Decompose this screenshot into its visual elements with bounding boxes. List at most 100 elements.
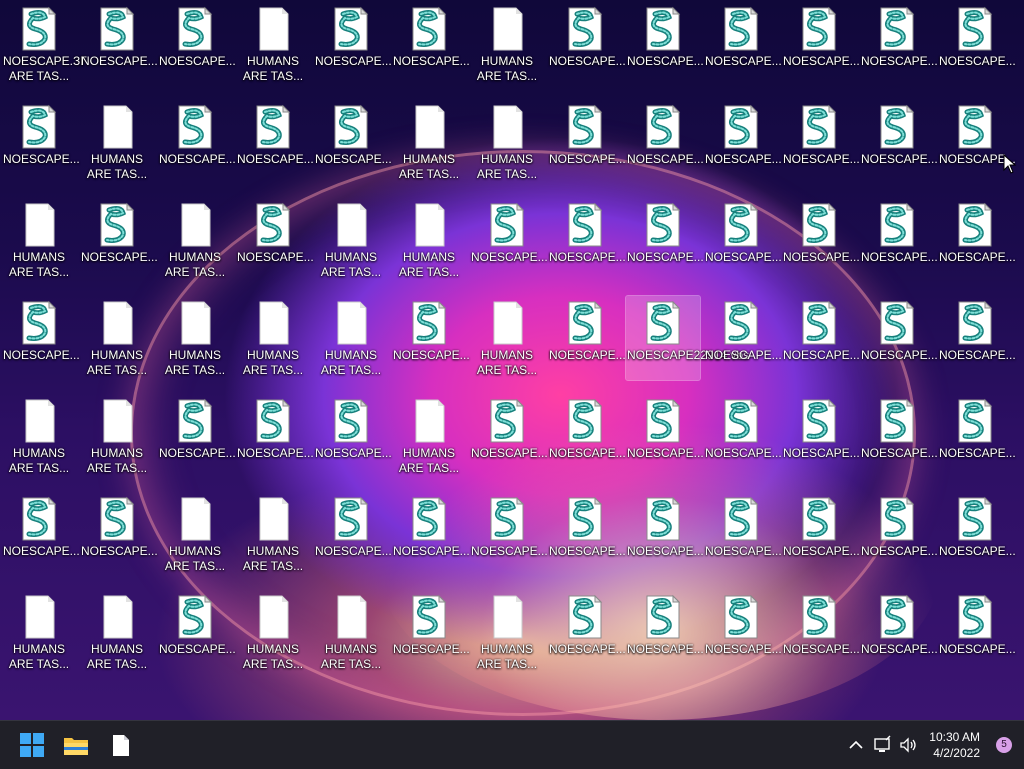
vbs-file-icon[interactable]: NOESCAPE... — [704, 394, 782, 478]
network-icon[interactable] — [872, 735, 892, 755]
vbs-file-icon[interactable]: NOESCAPE... — [158, 590, 236, 674]
vbs-file-icon[interactable]: NOESCAPE... — [392, 590, 470, 674]
vbs-file-icon[interactable]: NOESCAPE... — [938, 394, 1016, 478]
notification-badge[interactable]: 5 — [996, 737, 1012, 753]
text-file-icon[interactable]: HUMANS ARE TAS... — [236, 492, 310, 576]
text-file-icon[interactable]: HUMANS ARE TAS... — [470, 100, 544, 184]
vbs-file-icon[interactable]: NOESCAPE... — [782, 296, 860, 380]
text-file-icon[interactable]: HUMANS ARE TAS... — [314, 296, 388, 380]
vbs-file-icon[interactable]: NOESCAPE... — [860, 394, 938, 478]
vbs-file-icon[interactable]: NOESCAPE... — [938, 296, 1016, 380]
vbs-file-icon[interactable]: NOESCAPE... — [938, 2, 1016, 86]
vbs-file-icon[interactable]: NOESCAPE... — [80, 492, 158, 576]
vbs-file-icon[interactable]: NOESCAPE... — [80, 198, 158, 282]
vbs-file-icon[interactable]: NOESCAPE... — [626, 198, 704, 282]
vbs-file-icon[interactable]: NOESCAPE... — [704, 198, 782, 282]
vbs-file-icon[interactable]: NOESCAPE... — [2, 100, 80, 184]
text-file-icon[interactable]: HUMANS ARE TAS... — [236, 590, 310, 674]
vbs-file-icon[interactable]: NOESCAPE... — [314, 492, 392, 576]
vbs-file-icon[interactable]: NOESCAPE... — [860, 100, 938, 184]
vbs-file-icon[interactable]: NOESCAPE... — [626, 2, 704, 86]
vbs-file-icon[interactable]: NOESCAPE... — [782, 590, 860, 674]
vbs-file-icon[interactable]: NOESCAPE... — [314, 394, 392, 478]
vbs-file-icon[interactable]: NOESCAPE... — [548, 492, 626, 576]
vbs-file-icon[interactable]: NOESCAPE... — [782, 100, 860, 184]
text-file-icon[interactable]: HUMANS ARE TAS... — [158, 198, 232, 282]
vbs-file-icon[interactable]: NOESCAPE... — [626, 100, 704, 184]
vbs-file-icon[interactable]: NOESCAPE... — [938, 590, 1016, 674]
vbs-file-icon[interactable]: NOESCAPE... — [470, 198, 548, 282]
vbs-file-icon[interactable]: NOESCAPE... — [860, 492, 938, 576]
vbs-file-icon[interactable]: NOESCAPE... — [704, 296, 782, 380]
vbs-file-icon[interactable]: NOESCAPE... — [860, 590, 938, 674]
vbs-file-icon[interactable]: NOESCAPE... — [938, 198, 1016, 282]
desktop[interactable]: NOESCAPE.ЗГ ARE TAS... NOESCAPE... NOESCAP… — [0, 0, 1024, 720]
vbs-file-icon[interactable]: NOESCAPE... — [158, 100, 236, 184]
vbs-file-icon[interactable]: NOESCAPE... — [470, 394, 548, 478]
vbs-file-icon[interactable]: NOESCAPE... — [548, 394, 626, 478]
vbs-file-icon[interactable]: NOESCAPE... — [704, 2, 782, 86]
text-file-icon[interactable]: HUMANS ARE TAS... — [314, 198, 388, 282]
vbs-file-icon[interactable]: NOESCAPE... — [782, 492, 860, 576]
vbs-file-icon[interactable]: NOESCAPE... — [548, 590, 626, 674]
text-file-icon[interactable]: HUMANS ARE TAS... — [158, 492, 232, 576]
vbs-file-icon[interactable]: NOESCAPE... — [938, 492, 1016, 576]
vbs-file-icon[interactable]: NOESCAPE... — [158, 2, 236, 86]
text-file-icon[interactable]: HUMANS ARE TAS... — [80, 100, 154, 184]
text-file-icon[interactable]: HUMANS ARE TAS... — [392, 100, 466, 184]
vbs-file-icon[interactable]: NOESCAPE... — [782, 2, 860, 86]
text-file-icon[interactable]: HUMANS ARE TAS... — [80, 394, 154, 478]
vbs-file-icon[interactable]: NOESCAPE... — [626, 590, 704, 674]
vbs-file-icon[interactable]: NOESCAPE... — [2, 492, 80, 576]
text-document-icon[interactable] — [104, 729, 136, 761]
vbs-file-icon[interactable]: NOESCAPE... — [548, 296, 626, 380]
vbs-file-icon[interactable]: NOESCAPE22914.vbs — [625, 295, 749, 381]
vbs-file-icon[interactable]: NOESCAPE.ЗГ ARE TAS... — [2, 2, 87, 86]
file-explorer-icon[interactable] — [60, 729, 92, 761]
vbs-file-icon[interactable]: NOESCAPE... — [782, 394, 860, 478]
text-file-icon[interactable]: HUMANS ARE TAS... — [2, 590, 76, 674]
vbs-file-icon[interactable]: NOESCAPE... — [626, 492, 704, 576]
vbs-file-icon[interactable]: NOESCAPE... — [548, 198, 626, 282]
text-file-icon[interactable]: HUMANS ARE TAS... — [392, 394, 466, 478]
vbs-file-icon[interactable]: NOESCAPE... — [158, 394, 236, 478]
vbs-file-icon[interactable]: NOESCAPE... — [236, 100, 314, 184]
vbs-file-icon[interactable]: NOESCAPE... — [782, 198, 860, 282]
vbs-file-icon[interactable]: NOESCAPE... — [470, 492, 548, 576]
text-file-icon[interactable]: HUMANS ARE TAS... — [470, 296, 544, 380]
text-file-icon[interactable]: HUMANS ARE TAS... — [236, 2, 310, 86]
vbs-file-icon[interactable]: NOESCAPE... — [704, 590, 782, 674]
clock-date[interactable]: 4/2/2022 — [933, 746, 980, 760]
windows-start-icon[interactable] — [16, 729, 48, 761]
speaker-icon[interactable] — [898, 735, 918, 755]
vbs-file-icon[interactable]: NOESCAPE... — [626, 394, 704, 478]
text-file-icon[interactable]: HUMANS ARE TAS... — [80, 590, 154, 674]
vbs-file-icon[interactable]: NOESCAPE... — [236, 198, 314, 282]
vbs-file-icon[interactable]: NOESCAPE... — [236, 394, 314, 478]
vbs-file-icon[interactable]: NOESCAPE... — [392, 296, 470, 380]
vbs-file-icon[interactable]: NOESCAPE... — [314, 100, 392, 184]
vbs-file-icon[interactable]: NOESCAPE... — [548, 2, 626, 86]
text-file-icon[interactable]: HUMANS ARE TAS... — [470, 2, 544, 86]
text-file-icon[interactable]: HUMANS ARE TAS... — [80, 296, 154, 380]
vbs-file-icon[interactable]: NOESCAPE... — [2, 296, 80, 380]
vbs-file-icon[interactable]: NOESCAPE... — [860, 2, 938, 86]
text-file-icon[interactable]: HUMANS ARE TAS... — [236, 296, 310, 380]
vbs-file-icon[interactable]: NOESCAPE... — [392, 2, 470, 86]
vbs-file-icon[interactable]: NOESCAPE... — [80, 2, 158, 86]
text-file-icon[interactable]: HUMANS ARE TAS... — [392, 198, 466, 282]
vbs-file-icon[interactable]: NOESCAPE... — [938, 100, 1016, 184]
clock-time[interactable]: 10:30 AM — [929, 730, 980, 744]
vbs-file-icon[interactable]: NOESCAPE... — [860, 296, 938, 380]
vbs-file-icon[interactable]: NOESCAPE... — [860, 198, 938, 282]
text-file-icon[interactable]: HUMANS ARE TAS... — [2, 198, 76, 282]
text-file-icon[interactable]: HUMANS ARE TAS... — [470, 590, 544, 674]
vbs-file-icon[interactable]: NOESCAPE... — [314, 2, 392, 86]
text-file-icon[interactable]: HUMANS ARE TAS... — [314, 590, 388, 674]
vbs-file-icon[interactable]: NOESCAPE... — [548, 100, 626, 184]
vbs-file-icon[interactable]: NOESCAPE... — [392, 492, 470, 576]
text-file-icon[interactable]: HUMANS ARE TAS... — [2, 394, 76, 478]
chevron-up-icon[interactable] — [846, 735, 866, 755]
text-file-icon[interactable]: HUMANS ARE TAS... — [158, 296, 232, 380]
vbs-file-icon[interactable]: NOESCAPE... — [704, 492, 782, 576]
